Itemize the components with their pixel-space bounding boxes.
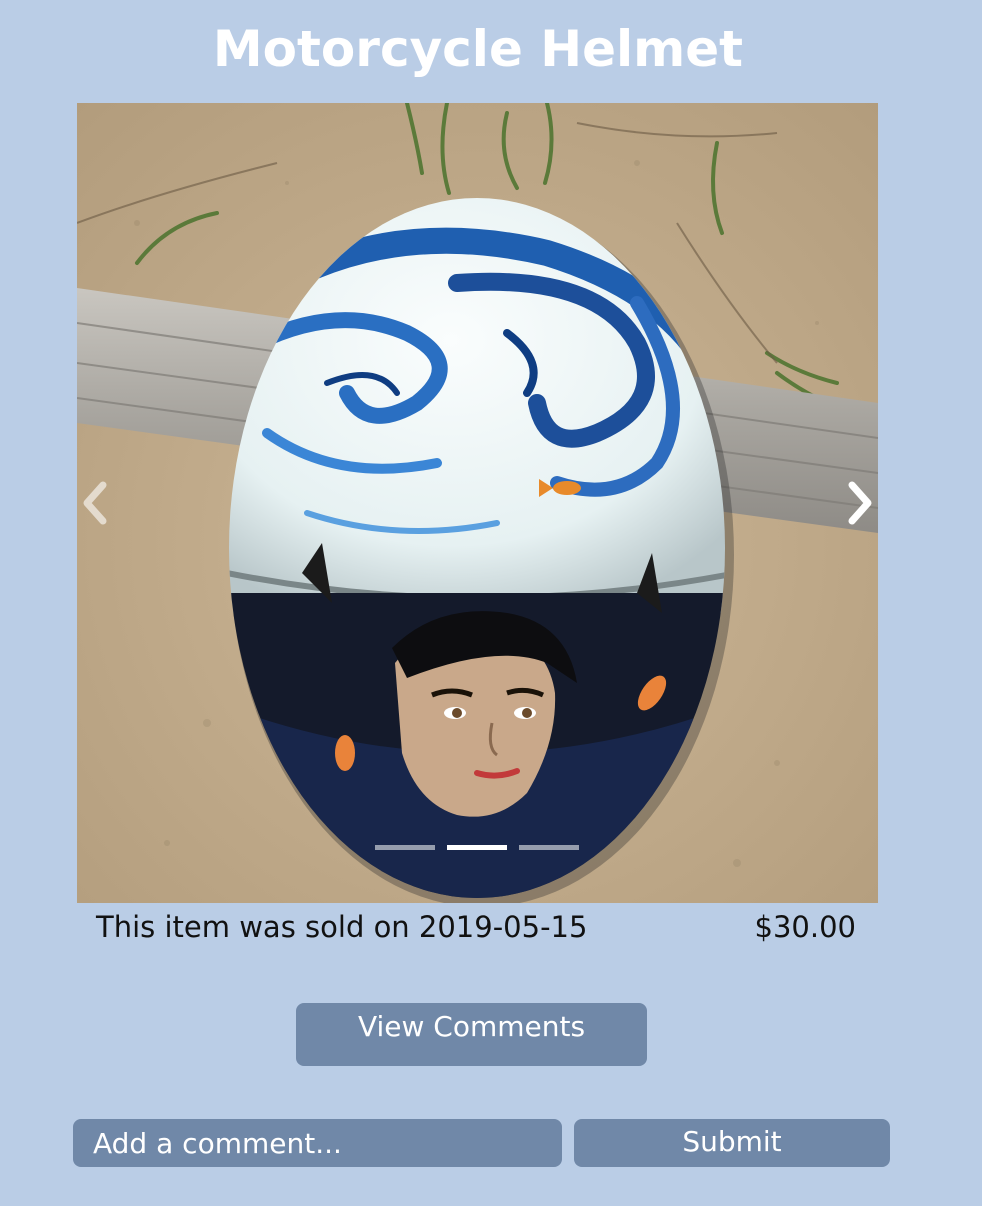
image-carousel[interactable]	[77, 103, 878, 903]
helmet-photo	[77, 103, 878, 903]
carousel-indicator-1[interactable]	[375, 845, 435, 850]
carousel-indicators	[375, 845, 585, 851]
submit-button[interactable]: Submit	[574, 1119, 890, 1167]
comment-input[interactable]	[73, 1119, 562, 1167]
price-text: $30.00	[754, 910, 856, 944]
view-comments-button[interactable]: View Comments	[296, 1003, 647, 1066]
carousel-indicator-3[interactable]	[519, 845, 579, 850]
page-title: Motorcycle Helmet	[212, 20, 744, 78]
sold-date-text: This item was sold on 2019-05-15	[96, 910, 588, 944]
chevron-right-icon[interactable]	[838, 473, 878, 533]
carousel-indicator-2[interactable]	[447, 845, 507, 850]
chevron-left-icon[interactable]	[77, 473, 117, 533]
